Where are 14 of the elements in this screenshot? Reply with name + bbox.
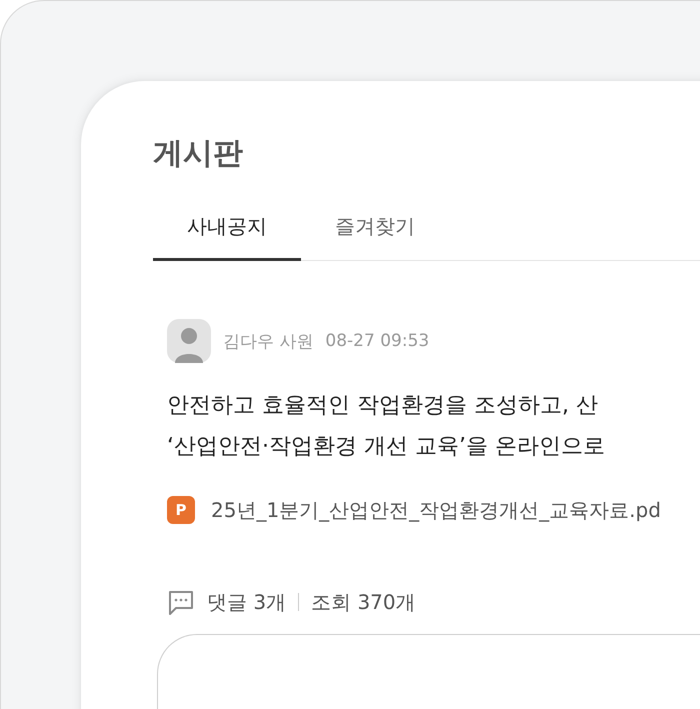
view-count: 조회 370개 xyxy=(311,588,416,616)
comment-field[interactable] xyxy=(157,634,700,709)
avatar-icon xyxy=(167,319,211,363)
comment-icon xyxy=(167,588,195,616)
comment-count: 댓글 3개 xyxy=(207,588,286,616)
post-time: 08-27 09:53 xyxy=(325,331,430,351)
attachment-link[interactable]: 25년_1분기_산업안전_작업환경개선_교육자료.pd xyxy=(211,496,661,524)
post-text: ‘산업안전·작업환경 개선 교육’을 온라인으로 xyxy=(167,433,606,461)
file-type-icon: P xyxy=(167,496,195,524)
tab[interactable]: 사내공지 xyxy=(153,213,301,261)
page-title: 게시판 xyxy=(153,139,244,169)
author-name: 김다우 사원 xyxy=(223,330,314,352)
post-text: 안전하고 효율적인 작업환경을 조성하고, 산 xyxy=(167,392,599,420)
tab[interactable]: 즐겨찾기 xyxy=(301,213,449,261)
